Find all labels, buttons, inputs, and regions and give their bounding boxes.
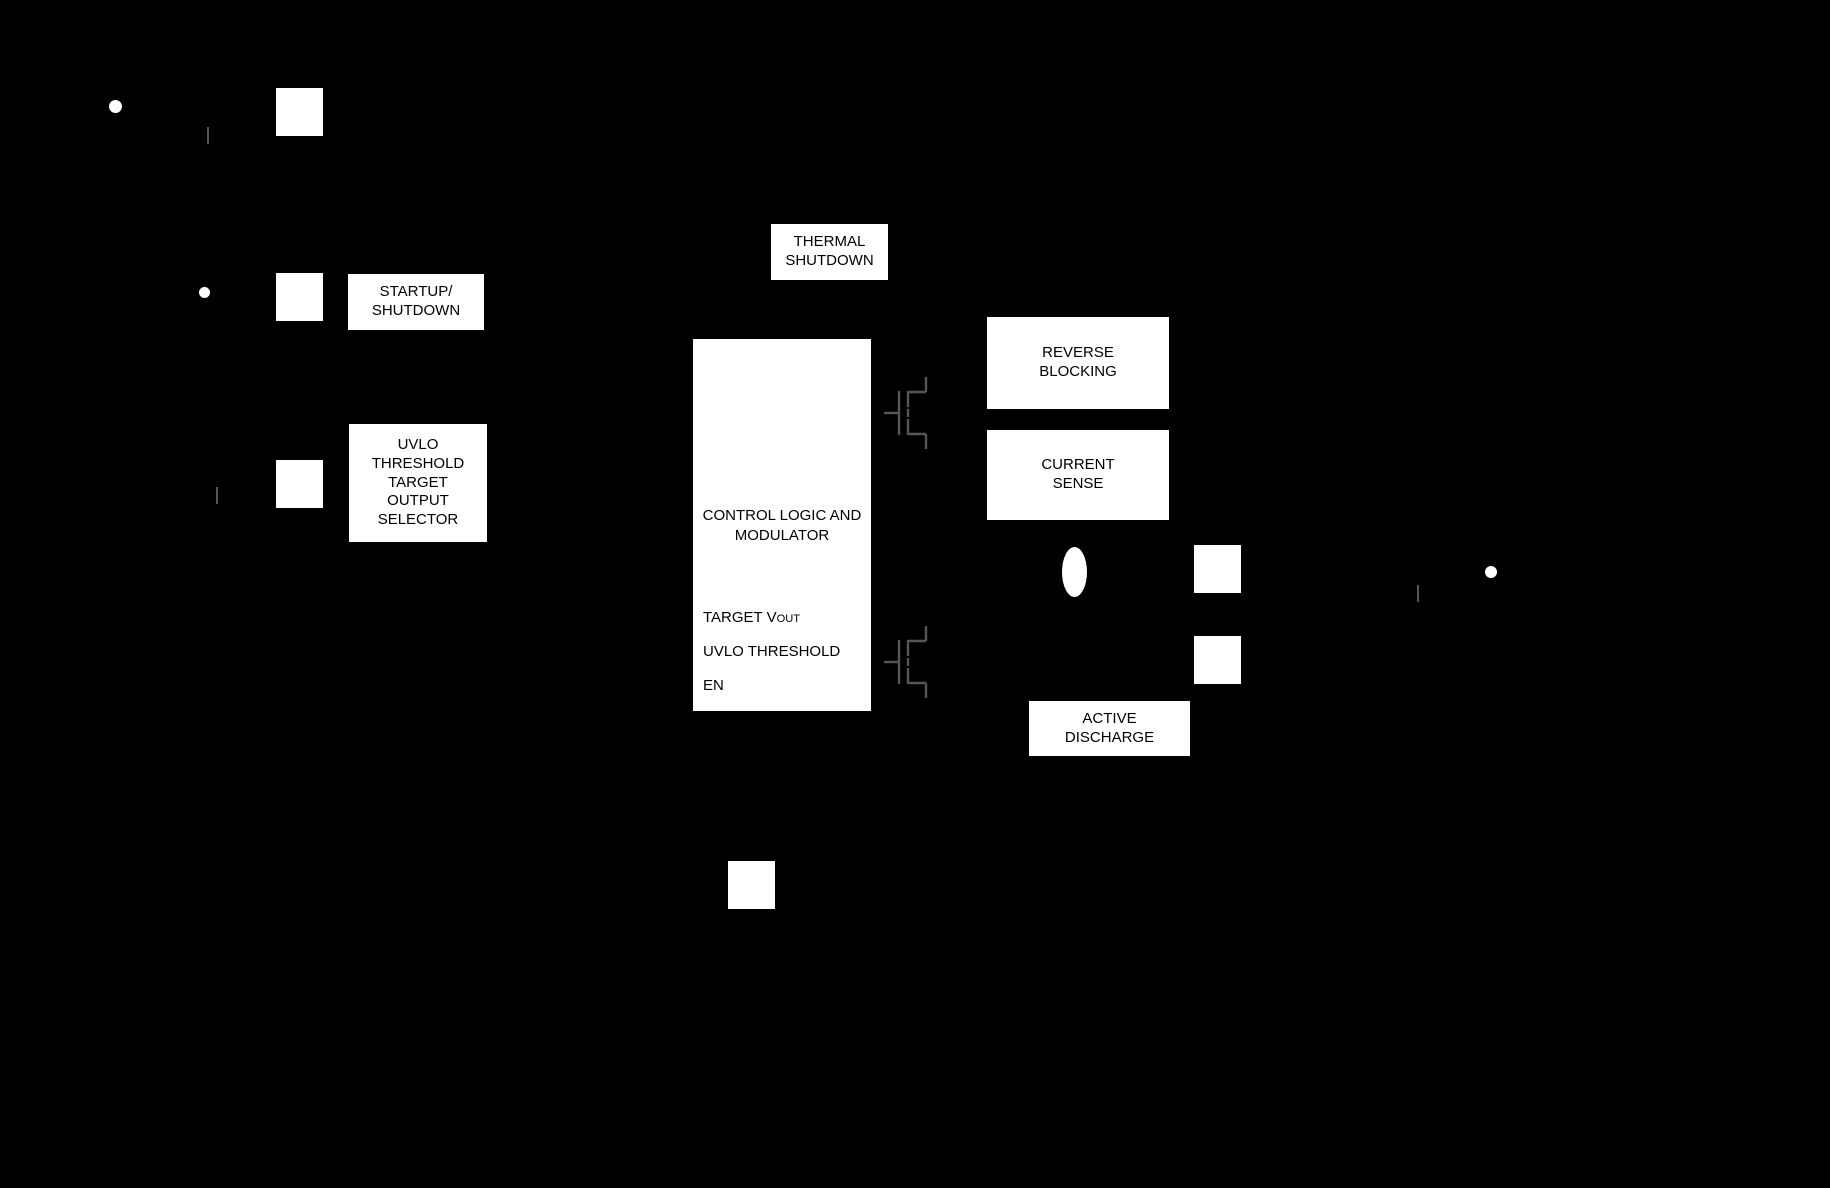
block-reverse-blocking: REVERSE BLOCKING [987, 317, 1169, 409]
block-control-logic-and-modulator: CONTROL LOGIC AND MODULATOR TARGET VOUT U… [693, 339, 871, 711]
pin-box-top-left [276, 88, 323, 136]
mosfet-high-side-icon [884, 377, 946, 449]
pin-box-uvlo [276, 460, 323, 508]
control-block-title: CONTROL LOGIC AND MODULATOR [702, 507, 862, 544]
pin-terminal-vin [109, 100, 122, 113]
tick-vin-net [207, 127, 209, 144]
mosfet-low-side-icon [884, 626, 946, 698]
pin-terminal-vout [1485, 566, 1497, 578]
block-current-sense: CURRENT SENSE [987, 430, 1169, 520]
block-thermal-shutdown: THERMAL SHUTDOWN [771, 224, 888, 280]
control-signal-label: UVLO THRESHOLD [703, 643, 841, 660]
control-signal-label: EN [703, 677, 724, 694]
inductor-node-icon [1062, 547, 1087, 597]
functional-block-diagram: THERMAL SHUTDOWN STARTUP/ SHUTDOWN UVLO … [0, 0, 1830, 1188]
pin-box-vout-upper [1194, 545, 1241, 593]
tick-vout-net [1417, 585, 1419, 602]
pin-box-startup [276, 273, 323, 321]
pin-terminal-en [199, 287, 210, 298]
pin-box-vout-lower [1194, 636, 1241, 684]
block-uvlo-threshold-target-output-selector: UVLO THRESHOLD TARGET OUTPUT SELECTOR [349, 424, 487, 542]
control-signal-label: TARGET VOUT [703, 609, 801, 626]
block-startup-shutdown: STARTUP/ SHUTDOWN [348, 274, 484, 330]
pin-box-gnd-bottom [728, 861, 775, 909]
control-signal-subscript: OUT [776, 613, 801, 625]
tick-uvlo-net [216, 487, 218, 504]
block-active-discharge: ACTIVE DISCHARGE [1029, 701, 1190, 756]
